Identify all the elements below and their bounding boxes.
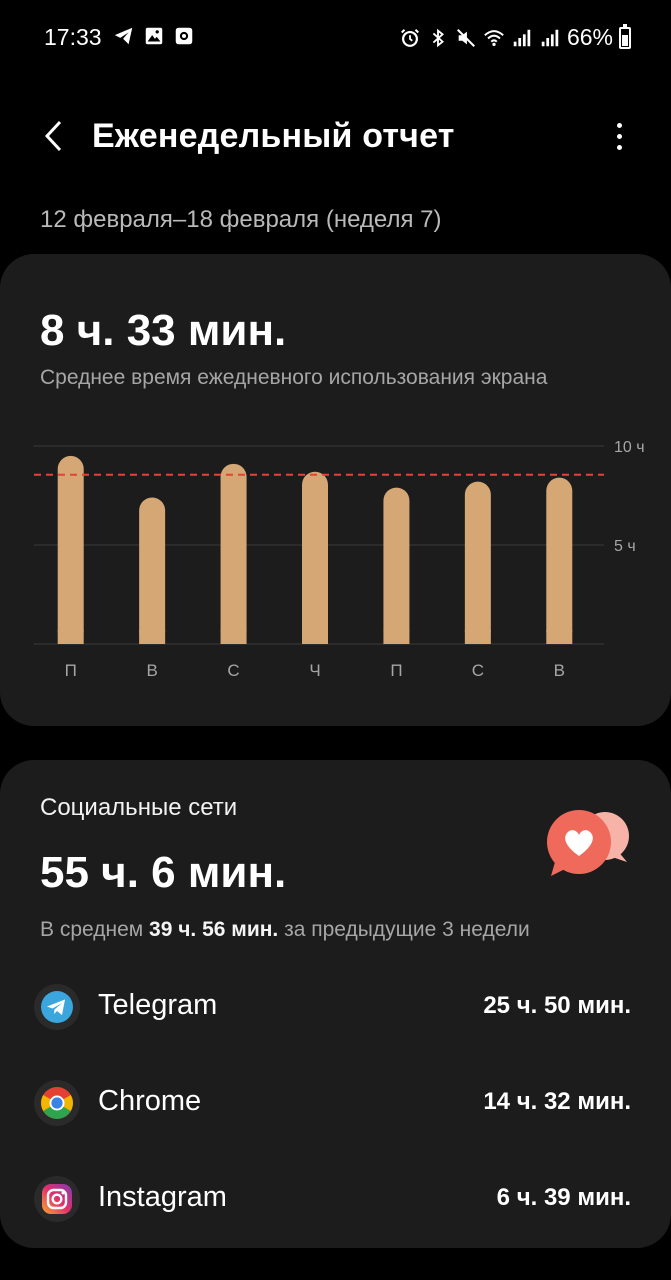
average-time-caption: Среднее время ежедневного использования … [40,366,548,389]
more-dot [616,144,622,150]
alarm-icon [400,28,419,47]
page-title: Еженедельный отчет [92,117,455,155]
comparison-suffix: за предыдущие 3 недели [278,918,530,941]
mute-icon [456,28,475,47]
heart-chat-icon [547,810,629,876]
gallery-icon [145,27,163,45]
usage-bar-base [57,630,84,644]
signal-icon [513,29,531,46]
usage-bar [139,497,166,644]
y-tick-label: 10 ч [614,439,645,456]
x-tick-label: В [146,661,157,680]
y-tick-label: 5 ч [614,538,636,555]
x-tick-label: С [472,661,484,680]
app-row-instagram[interactable]: Instagram 6 ч. 39 мин. [0,1164,671,1234]
daily-usage-chart: 10 ч 5 ч П В С Ч П С В [34,439,645,680]
app-row-telegram[interactable]: Telegram 25 ч. 50 мин. [0,972,671,1042]
app-time: 6 ч. 39 мин. [496,1184,631,1211]
more-dot [616,122,622,128]
status-time: 17:33 [44,24,102,50]
signal-icon [541,29,559,46]
battery-percent: 66% [566,24,613,50]
usage-bar [220,463,247,644]
usage-bar-base [546,630,573,644]
app-time: 25 ч. 50 мин. [483,992,631,1019]
system-icons: 66% [399,23,631,51]
x-tick-label: С [227,661,239,680]
battery-level [622,34,628,46]
notification-icons [113,25,195,47]
telegram-icon [114,27,133,45]
comparison-value: 39 ч. 56 мин. [149,918,279,941]
usage-bar-base [220,630,247,644]
telegram-icon [34,984,80,1030]
screen-record-icon [175,27,193,45]
usage-bar [464,481,491,644]
app-time: 14 ч. 32 мин. [483,1088,631,1115]
average-time-value: 8 ч. 33 мин. [40,306,287,355]
app-name: Instagram [98,1181,227,1213]
chrome-icon [34,1080,80,1126]
battery-icon [619,23,631,49]
instagram-icon [34,1176,80,1222]
category-comparison: В среднем 39 ч. 56 мин. за предыдущие 3 … [40,918,530,942]
app-row-chrome[interactable]: Chrome 14 ч. 32 мин. [0,1068,671,1138]
usage-bar [383,487,410,644]
usage-bar [57,455,84,644]
usage-bar-base [302,630,328,644]
x-tick-label: П [390,661,402,680]
more-dot [616,133,622,139]
week-range-label[interactable]: 12 февраля–18 февраля (неделя 7) [40,206,441,234]
category-title: Социальные сети [40,794,238,821]
comparison-prefix: В среднем [40,918,150,941]
usage-bar-base [464,630,491,644]
usage-bar-base [383,630,410,644]
usage-bar [546,477,573,644]
back-arrow-icon [44,120,62,152]
more-options-button[interactable] [601,116,637,156]
wifi-icon [484,29,504,46]
x-tick-label: П [65,661,77,680]
x-tick-label: Ч [309,661,320,680]
screen-time-card[interactable]: 8 ч. 33 мин. Среднее время ежедневного и… [0,254,671,726]
category-card: Социальные сети 55 ч. 6 мин. В среднем 3… [0,760,671,1248]
category-total-time: 55 ч. 6 мин. [40,848,287,897]
back-button[interactable] [34,114,74,158]
usage-bar [302,471,328,644]
status-bar: 17:33 66% [0,0,671,76]
usage-bar-base [139,630,166,644]
bluetooth-icon [432,28,444,47]
app-name: Chrome [98,1085,202,1117]
app-name: Telegram [98,989,218,1021]
app-bar: Еженедельный отчет [0,100,671,172]
x-tick-label: В [554,661,565,680]
